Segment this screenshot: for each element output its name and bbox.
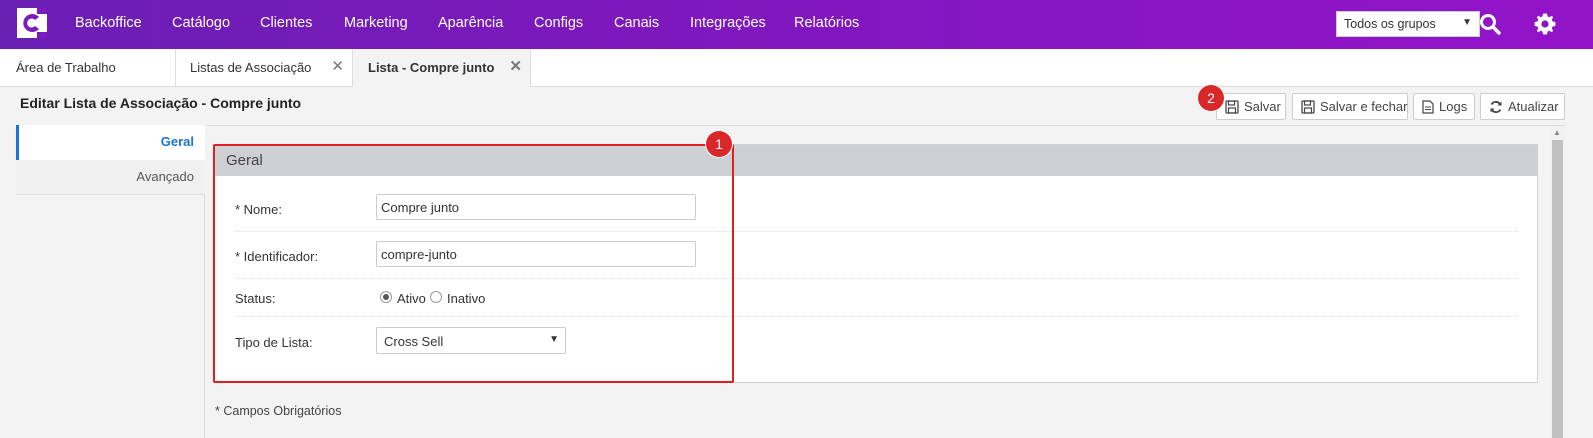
search-icon[interactable] <box>1478 12 1502 36</box>
top-navbar: Backoffice Catálogo Clientes Marketing A… <box>0 0 1593 49</box>
subtab-label: Geral <box>160 134 194 149</box>
save-and-close-label: Salvar e fechar <box>1320 99 1408 114</box>
tab-listas-de-associacao[interactable]: Listas de Associação ✕ <box>176 49 353 87</box>
floppy-disk-icon <box>1301 100 1315 114</box>
subtab-geral[interactable]: Geral <box>16 125 205 160</box>
subtab-avancado[interactable]: Avançado <box>16 160 205 195</box>
annotation-badge-2: 2 <box>1198 85 1224 111</box>
nav-item-canais[interactable]: Canais <box>614 15 659 31</box>
annotation-highlight-box <box>213 144 734 383</box>
logs-button[interactable]: Logs <box>1413 93 1475 120</box>
tab-area-de-trabalho[interactable]: Área de Trabalho <box>0 49 176 87</box>
header-divider <box>16 125 1565 126</box>
nav-item-marketing[interactable]: Marketing <box>344 15 408 31</box>
nav-item-catalogo[interactable]: Catálogo <box>172 15 230 31</box>
annotation-badge-1: 1 <box>706 131 732 157</box>
nav-item-integracoes[interactable]: Integrações <box>690 15 766 31</box>
group-select-value: Todos os grupos <box>1344 17 1436 31</box>
scroll-up-arrow-icon[interactable]: ▲ <box>1553 128 1561 137</box>
document-icon <box>1422 100 1434 114</box>
nav-item-aparencia[interactable]: Aparência <box>438 15 503 31</box>
nav-item-configs[interactable]: Configs <box>534 15 583 31</box>
save-button[interactable]: Salvar <box>1216 93 1286 120</box>
group-select[interactable]: Todos os grupos ▼ <box>1336 11 1480 37</box>
save-button-label: Salvar <box>1244 99 1281 114</box>
nav-item-backoffice[interactable]: Backoffice <box>75 15 142 31</box>
close-icon[interactable]: ✕ <box>509 57 522 75</box>
nav-item-clientes[interactable]: Clientes <box>260 15 312 31</box>
logs-button-label: Logs <box>1439 99 1468 114</box>
save-and-close-button[interactable]: Salvar e fechar <box>1292 93 1408 120</box>
refresh-button[interactable]: Atualizar <box>1480 93 1565 120</box>
caret-down-icon: ▼ <box>1462 17 1472 28</box>
tab-bar: Área de Trabalho Listas de Associação ✕ … <box>0 49 1593 88</box>
vertical-scrollbar[interactable]: ▲ <box>1550 126 1565 438</box>
tab-label: Área de Trabalho <box>16 60 116 75</box>
close-icon[interactable]: ✕ <box>331 57 344 75</box>
page-title: Editar Lista de Associação - Compre junt… <box>20 95 302 111</box>
gear-icon[interactable] <box>1533 12 1557 36</box>
app-logo-icon[interactable] <box>17 8 47 38</box>
tab-label: Lista - Compre junto <box>368 60 495 75</box>
scrollbar-thumb[interactable] <box>1552 140 1563 438</box>
refresh-button-label: Atualizar <box>1508 99 1559 114</box>
floppy-disk-icon <box>1225 100 1239 114</box>
tab-lista-compre-junto[interactable]: Lista - Compre junto ✕ <box>353 49 531 88</box>
required-fields-note: * Campos Obrigatórios <box>215 404 342 418</box>
subtab-label: Avançado <box>136 169 194 184</box>
tab-label: Listas de Associação <box>190 60 312 75</box>
nav-item-relatorios[interactable]: Relatórios <box>794 15 859 31</box>
refresh-icon <box>1490 101 1502 113</box>
